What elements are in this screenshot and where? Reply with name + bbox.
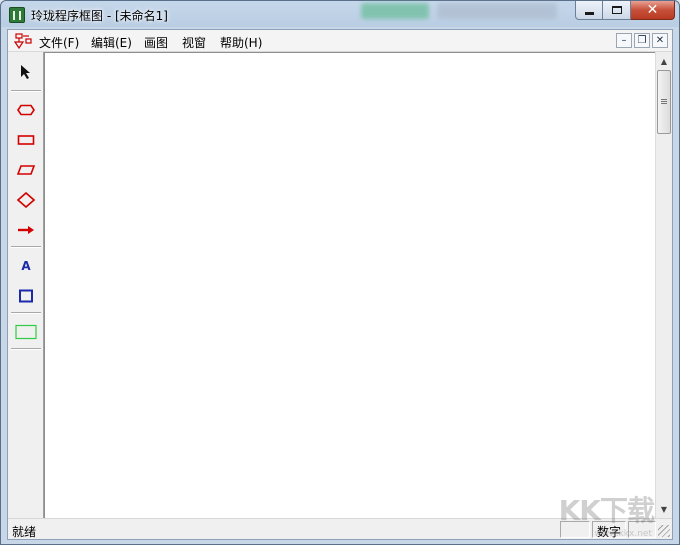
minimize-icon bbox=[584, 11, 594, 15]
blurred-background-2 bbox=[437, 3, 557, 19]
close-icon: ✕ bbox=[646, 2, 659, 18]
parallelogram-icon bbox=[17, 165, 35, 175]
rounded-hexagon-icon bbox=[17, 104, 35, 116]
minimize-button[interactable] bbox=[575, 1, 603, 20]
menu-file[interactable]: 文件(F) bbox=[39, 34, 79, 51]
watermark-brand: KK下载 bbox=[558, 494, 655, 527]
caption-buttons: ✕ bbox=[575, 1, 675, 21]
blurred-background bbox=[361, 3, 429, 19]
mdi-restore-button[interactable]: ❐ bbox=[634, 33, 650, 48]
status-text: 就绪 bbox=[12, 525, 37, 539]
box-tool[interactable] bbox=[13, 284, 39, 308]
menu-bar: 文件(F) 编辑(E) 画图 视窗 帮助(H) – ❐ ✕ bbox=[8, 30, 672, 52]
scroll-up-arrow-icon[interactable]: ▲ bbox=[656, 53, 672, 69]
scroll-thumb[interactable] bbox=[657, 70, 671, 134]
arrow-tool[interactable] bbox=[13, 218, 39, 242]
toolbox-separator bbox=[11, 246, 41, 248]
shape-toolbox: A bbox=[8, 52, 44, 518]
scroll-grip bbox=[661, 99, 667, 100]
green-rectangle-icon bbox=[15, 324, 37, 340]
io-shape-tool[interactable] bbox=[13, 158, 39, 182]
rectangle-icon bbox=[17, 135, 35, 145]
diamond-icon bbox=[17, 192, 35, 208]
app-logo-icon bbox=[9, 7, 25, 23]
resize-grip-icon[interactable] bbox=[658, 525, 670, 537]
blue-square-icon bbox=[19, 289, 33, 303]
menu-window[interactable]: 视窗 bbox=[182, 34, 206, 51]
text-tool[interactable]: A bbox=[13, 254, 39, 278]
scroll-down-arrow-icon[interactable]: ▼ bbox=[656, 501, 672, 517]
title-bar[interactable]: 玲珑程序框图 - [未命名1] ✕ bbox=[1, 1, 679, 29]
scroll-grip bbox=[661, 101, 667, 102]
maximize-icon bbox=[611, 6, 622, 14]
toolbox-separator bbox=[11, 348, 41, 350]
area-tool[interactable] bbox=[13, 320, 39, 344]
mdi-minimize-button[interactable]: – bbox=[616, 33, 632, 48]
app-window: 玲珑程序框图 - [未命名1] ✕ 文件(F) 编辑(E) 画图 视窗 帮助(H… bbox=[0, 0, 680, 545]
close-button[interactable]: ✕ bbox=[631, 1, 675, 20]
watermark-url: www.kkx.net bbox=[594, 529, 653, 539]
toolbox-separator bbox=[11, 90, 41, 92]
arrow-pointer-icon bbox=[21, 65, 30, 79]
process-shape-tool[interactable] bbox=[13, 128, 39, 152]
menu-help[interactable]: 帮助(H) bbox=[220, 34, 262, 51]
vertical-scrollbar[interactable]: ▲ ▼ bbox=[655, 52, 672, 518]
pointer-tool[interactable] bbox=[13, 60, 39, 84]
mdi-close-button[interactable]: ✕ bbox=[652, 33, 668, 48]
terminal-shape-tool[interactable] bbox=[13, 98, 39, 122]
maximize-button[interactable] bbox=[603, 1, 631, 20]
arrow-right-icon bbox=[18, 226, 34, 234]
menu-draw[interactable]: 画图 bbox=[144, 34, 168, 51]
decision-shape-tool[interactable] bbox=[13, 188, 39, 212]
client-area: 文件(F) 编辑(E) 画图 视窗 帮助(H) – ❐ ✕ A ▲ ▼ 就绪 数… bbox=[7, 29, 673, 540]
toolbox-separator bbox=[11, 312, 41, 314]
mdi-controls: – ❐ ✕ bbox=[616, 33, 668, 48]
drawing-canvas[interactable] bbox=[44, 52, 656, 518]
text-tool-label: A bbox=[21, 259, 31, 273]
scroll-grip bbox=[661, 103, 667, 104]
document-flowchart-icon[interactable] bbox=[14, 33, 32, 49]
window-title: 玲珑程序框图 - [未命名1] bbox=[31, 9, 168, 23]
menu-edit[interactable]: 编辑(E) bbox=[91, 34, 132, 51]
